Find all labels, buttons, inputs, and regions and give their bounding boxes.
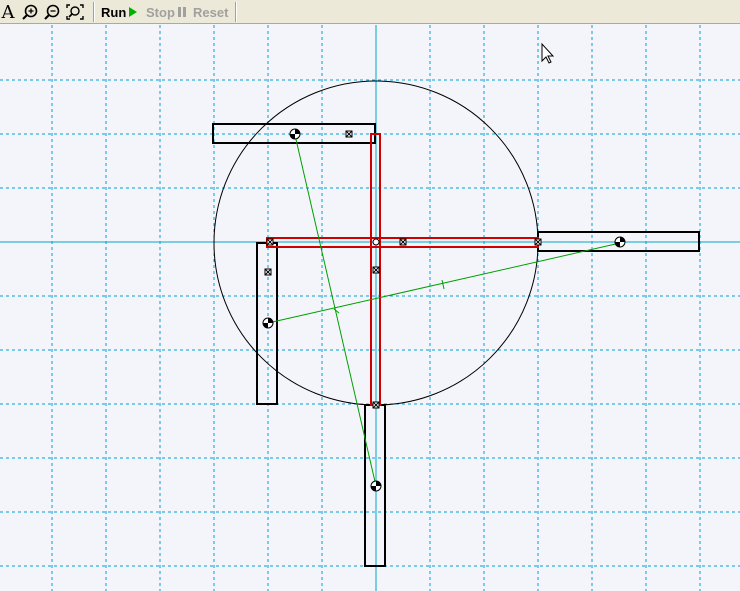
play-icon <box>129 7 138 17</box>
toolbar-separator <box>93 2 94 22</box>
run-label: Run <box>101 4 127 20</box>
center-of-mass-icon <box>289 128 301 140</box>
mouse-cursor-icon <box>541 42 555 64</box>
zoom-fit-icon <box>66 4 84 20</box>
toolbar-separator <box>235 2 236 22</box>
reset-label: Reset <box>193 4 229 20</box>
joint-marker-icon[interactable] <box>372 238 380 246</box>
canvas-drawing <box>0 25 740 591</box>
zoom-out-icon <box>44 4 60 20</box>
center-of-mass-icon <box>262 317 274 329</box>
stop-button[interactable]: Stop <box>146 0 188 24</box>
toolbar: A Run Stop Reset <box>0 0 740 24</box>
text-tool-button[interactable]: A <box>0 0 16 24</box>
stop-label: Stop <box>146 4 175 20</box>
zoom-fit-button[interactable] <box>64 0 86 24</box>
text-tool-label: A <box>1 1 15 23</box>
center-of-mass-icon <box>614 236 626 248</box>
joint-marker-icon[interactable] <box>266 238 274 246</box>
reset-button[interactable]: Reset <box>193 0 233 24</box>
simulation-canvas[interactable] <box>0 25 740 591</box>
joint-marker-icon[interactable] <box>264 268 272 276</box>
constraint-tick <box>333 308 340 314</box>
joint-marker-icon[interactable] <box>399 238 407 246</box>
zoom-in-button[interactable] <box>20 0 40 24</box>
pause-icon <box>177 7 186 17</box>
joint-marker-icon[interactable] <box>345 130 353 138</box>
run-button[interactable]: Run <box>101 0 139 24</box>
joint-marker-icon[interactable] <box>372 401 380 409</box>
joint-marker-icon[interactable] <box>534 238 542 246</box>
constraint-line[interactable] <box>267 242 621 324</box>
center-of-mass-icon <box>370 480 382 492</box>
zoom-in-icon <box>22 4 38 20</box>
constraint-tick <box>441 279 445 290</box>
joint-marker-icon[interactable] <box>372 266 380 274</box>
zoom-out-button[interactable] <box>42 0 62 24</box>
